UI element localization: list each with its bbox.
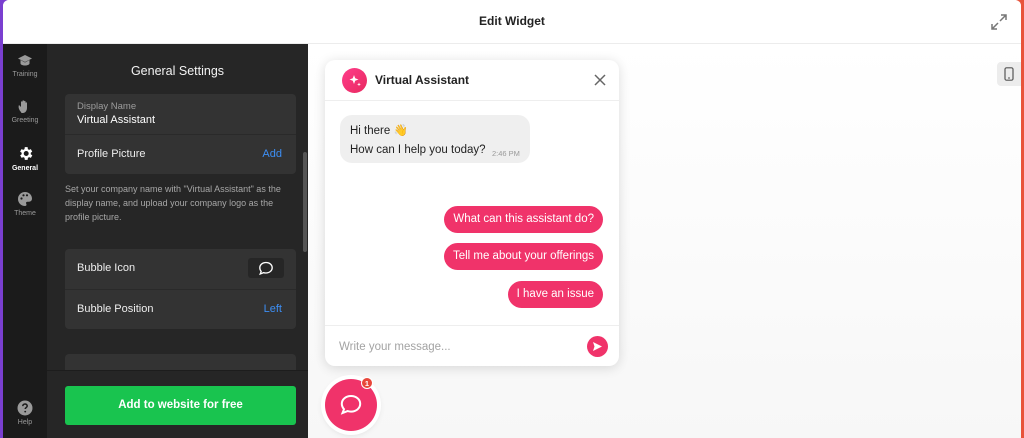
- greeting-line-2: How can I help you today?: [350, 144, 486, 156]
- profile-picture-row: Profile Picture Add: [65, 134, 296, 174]
- chat-window: Virtual Assistant Hi there 👋 How can I h…: [325, 60, 619, 366]
- display-name-label: Display Name: [77, 101, 137, 112]
- settings-panel: General Settings Display Name Virtual As…: [47, 44, 308, 438]
- panel-scrollbar[interactable]: [303, 152, 307, 252]
- rail-item-label: General: [11, 165, 39, 172]
- send-button[interactable]: [587, 336, 608, 357]
- app-window: Edit Widget Training Greeting General Th…: [3, 0, 1021, 438]
- send-icon: [593, 342, 602, 351]
- message-input[interactable]: [339, 337, 569, 357]
- profile-picture-label: Profile Picture: [77, 148, 146, 160]
- profile-card: Display Name Virtual Assistant Profile P…: [65, 94, 296, 174]
- mobile-preview-toggle[interactable]: [997, 62, 1021, 86]
- add-to-website-button[interactable]: Add to website for free: [65, 386, 296, 425]
- left-rail: Training Greeting General Theme Help: [3, 44, 47, 438]
- graduation-cap-icon: [18, 55, 32, 66]
- rail-item-theme[interactable]: Theme: [3, 191, 47, 217]
- rail-item-label: Theme: [14, 210, 36, 217]
- bubble-position-row: Bubble Position Left: [65, 289, 296, 329]
- gear-icon: [19, 147, 32, 160]
- rail-item-general[interactable]: General: [3, 145, 47, 172]
- window-title: Edit Widget: [479, 14, 545, 28]
- sparkle-icon: [349, 74, 361, 86]
- rail-item-help[interactable]: Help: [3, 400, 47, 426]
- bubble-position-select[interactable]: Left: [264, 303, 282, 315]
- help-icon: [17, 400, 33, 416]
- profile-help-text: Set your company name with "Virtual Assi…: [65, 184, 281, 222]
- chat-bubble-icon: [259, 261, 273, 275]
- waving-hand-icon: [18, 100, 27, 113]
- rail-item-label: Help: [17, 419, 33, 426]
- suggestion-chip[interactable]: What can this assistant do?: [444, 206, 603, 233]
- chat-bubble-icon: [340, 394, 362, 415]
- panel-footer: Add to website for free: [47, 370, 308, 438]
- rail-item-label: Greeting: [11, 117, 39, 124]
- rail-item-greeting[interactable]: Greeting: [3, 99, 47, 124]
- chat-title: Virtual Assistant: [375, 73, 470, 87]
- expand-icon[interactable]: [989, 12, 1009, 32]
- suggestion-chip[interactable]: I have an issue: [507, 281, 603, 308]
- close-icon[interactable]: [593, 73, 607, 87]
- rail-item-label: Training: [12, 71, 38, 78]
- bubble-position-label: Bubble Position: [77, 303, 154, 315]
- add-profile-picture-button[interactable]: Add: [262, 148, 282, 160]
- chat-header: Virtual Assistant: [325, 60, 619, 101]
- mobile-phone-icon: [1004, 67, 1014, 81]
- suggestion-chip[interactable]: Tell me about your offerings: [443, 243, 603, 270]
- bubble-icon-label: Bubble Icon: [77, 262, 136, 274]
- bubble-icon-row: Bubble Icon: [65, 249, 296, 289]
- message-composer: [325, 325, 619, 366]
- palette-icon: [18, 192, 32, 206]
- panel-title: General Settings: [130, 64, 225, 78]
- widget-preview: Virtual Assistant Hi there 👋 How can I h…: [308, 44, 1021, 438]
- assistant-avatar: [342, 68, 367, 93]
- bubble-card: Bubble Icon Bubble Position Left: [65, 249, 296, 329]
- top-bar: Edit Widget: [3, 0, 1021, 44]
- display-name-field[interactable]: Display Name Virtual Assistant: [65, 94, 296, 134]
- display-name-value[interactable]: Virtual Assistant: [77, 114, 155, 126]
- rail-item-training[interactable]: Training: [3, 54, 47, 78]
- bot-message: Hi there 👋 How can I help you today? 2:4…: [340, 115, 530, 163]
- greeting-line-1: Hi there 👋: [350, 125, 408, 137]
- message-timestamp: 2:46 PM: [492, 149, 520, 158]
- unread-badge: 1: [361, 377, 373, 389]
- bubble-icon-picker[interactable]: [248, 258, 284, 278]
